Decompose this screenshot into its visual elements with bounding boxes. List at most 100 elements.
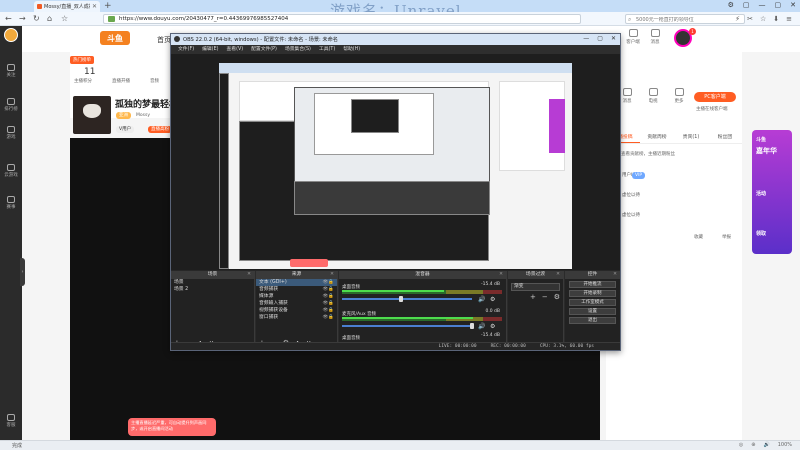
start-recording-button[interactable]: 开始录制 [569, 290, 616, 297]
close-window-button[interactable]: ✕ [790, 1, 796, 9]
left-nav-service[interactable]: 客服 [0, 414, 22, 428]
client-download-link[interactable]: 客户端 [622, 29, 644, 45]
source-item[interactable]: 视频捕获设备 👁🔒 [256, 307, 337, 314]
lock-icon[interactable]: 🔒 [328, 301, 334, 306]
fans-tag[interactable]: 直播高粉 [148, 126, 172, 133]
nav-home-link[interactable]: 首页 [157, 35, 171, 45]
menu-profile[interactable]: 配置文件(P) [247, 45, 281, 54]
reload-button[interactable]: ↻ [33, 14, 40, 23]
collapse-nav-handle[interactable]: › [20, 258, 25, 286]
left-nav-follow[interactable]: 关注 [0, 64, 22, 78]
dock-close-icon[interactable]: ✕ [556, 271, 560, 279]
dock-close-icon[interactable]: ✕ [613, 271, 617, 279]
back-button[interactable]: ← [5, 14, 12, 23]
obs-preview[interactable] [171, 54, 620, 270]
menu-tools[interactable]: 工具(T) [315, 45, 339, 54]
search-input[interactable] [636, 17, 744, 23]
settings-icon[interactable]: ⚙ [728, 1, 734, 9]
download-icon[interactable]: ⬇ [773, 15, 779, 23]
left-nav-cloud[interactable]: 云游戏 [0, 164, 22, 178]
zoom-level[interactable]: 100% [778, 442, 792, 448]
latency-toast[interactable]: 主播直播延迟严重，可自动提升到声画同步，或开启直播间活动 [128, 418, 216, 436]
dock-close-icon[interactable]: ✕ [330, 271, 334, 279]
forward-button[interactable]: → [19, 14, 26, 23]
scene-item[interactable]: 场景 [171, 279, 254, 286]
maximize-button[interactable]: ▢ [775, 1, 782, 9]
browser-tab[interactable]: Mossy/直播_双人成行 ✕ [34, 1, 100, 12]
menu-view[interactable]: 查看(V) [222, 45, 247, 54]
menu-file[interactable]: 文件(F) [174, 45, 198, 54]
menu-help[interactable]: 帮助(H) [339, 45, 364, 54]
report-link[interactable]: 举报 [722, 234, 731, 240]
transition-select[interactable]: 渐变 [511, 283, 560, 291]
status-icon[interactable]: ◎ [739, 442, 743, 448]
tab-weekly-rank[interactable]: 贡献周榜 [640, 132, 674, 143]
volume-icon[interactable]: 🔊 [763, 442, 769, 448]
tab-guests[interactable]: 贵宾(1) [674, 132, 708, 143]
promo-banner[interactable]: 斗鱼 嘉年华 活动 领取 [752, 130, 792, 254]
lock-icon[interactable]: 🔒 [328, 315, 334, 320]
dock-close-icon[interactable]: ✕ [247, 271, 251, 279]
source-item[interactable]: 音频捕获 👁🔒 [256, 286, 337, 293]
dock-close-icon[interactable]: ✕ [499, 271, 503, 279]
lock-icon[interactable]: 🔒 [328, 280, 334, 285]
menu-scene-collection[interactable]: 场景集合(S) [281, 45, 315, 54]
left-nav-events[interactable]: 赛事 [0, 196, 22, 210]
pc-client-button[interactable]: PC客户端 [694, 92, 736, 102]
volume-fader[interactable] [342, 296, 472, 302]
site-mascot-avatar[interactable] [4, 28, 18, 42]
left-nav-game[interactable]: 游戏 [0, 126, 22, 140]
messages-link[interactable]: 消息 [644, 29, 666, 45]
add-icon[interactable]: + [530, 293, 536, 301]
lightning-icon[interactable]: ⚡ [735, 15, 740, 23]
studio-mode-button[interactable]: 工作室模式 [569, 299, 616, 306]
favorite-link[interactable]: 收藏 [694, 234, 703, 240]
right-icon-tv[interactable]: 电视 [642, 88, 664, 104]
menu-icon[interactable]: ≡ [786, 15, 792, 23]
source-item[interactable]: 音频输入捕获 👁🔒 [256, 300, 337, 307]
menu-edit[interactable]: 编辑(E) [198, 45, 222, 54]
fader-knob[interactable] [470, 323, 474, 329]
source-item[interactable]: 媒体源 👁🔒 [256, 293, 337, 300]
rank-note[interactable]: 点击查看贡献榜，主播近期粉丝 [612, 151, 675, 157]
remove-icon[interactable]: − [542, 293, 548, 301]
address-bar[interactable]: https://www.douyu.com/20430477_r=0.44369… [103, 14, 581, 24]
home-button[interactable]: ⌂ [47, 14, 52, 23]
minimize-button[interactable]: — [759, 1, 766, 9]
lock-icon[interactable]: 🔒 [328, 287, 334, 292]
screenshot-icon[interactable]: ✂ [747, 15, 753, 23]
douyu-logo[interactable]: 斗鱼 [100, 31, 130, 45]
skin-icon[interactable]: ▢ [743, 1, 750, 9]
new-tab-button[interactable]: + [104, 1, 112, 11]
bookmark-icon[interactable]: ☆ [61, 14, 68, 23]
lock-icon[interactable]: 🔒 [328, 308, 334, 313]
settings-button[interactable]: 设置 [569, 308, 616, 315]
favorites-icon[interactable]: ☆ [760, 15, 766, 23]
left-nav-rank[interactable]: 排行榜 [0, 98, 22, 112]
start-streaming-button[interactable]: 开始推流 [569, 281, 616, 288]
volume-fader[interactable] [342, 323, 474, 329]
anchor-avatar[interactable] [73, 96, 111, 134]
tab-close-icon[interactable]: ✕ [92, 3, 97, 10]
lock-icon[interactable]: 🔒 [328, 294, 334, 299]
gear-icon[interactable]: ⚙ [554, 293, 560, 301]
gear-icon[interactable]: ⚙ [490, 296, 495, 303]
source-item[interactable]: 文本 (GDI+) 👁🔒 [256, 279, 337, 286]
mute-icon[interactable]: 🔊 [478, 323, 485, 330]
hot-rank-label[interactable]: 热门榜单 [70, 56, 94, 64]
tab-fan-club[interactable]: 粉丝团 [708, 132, 742, 143]
obs-minimize-button[interactable]: — [583, 35, 589, 42]
anchor-name[interactable]: Mossy [136, 113, 150, 118]
gear-icon[interactable]: ⚙ [490, 323, 495, 330]
scene-item[interactable]: 场景 2 [171, 286, 254, 293]
fader-knob[interactable] [398, 296, 403, 302]
rank-row[interactable]: 用户ID VIP [612, 170, 736, 180]
status-icon[interactable]: ⊕ [751, 442, 755, 448]
source-item[interactable]: 窗口捕获 👁🔒 [256, 314, 337, 321]
exit-button[interactable]: 退出 [569, 317, 616, 324]
right-icon-more[interactable]: 更多 [668, 88, 690, 104]
obs-maximize-button[interactable]: ▢ [597, 35, 603, 42]
obs-close-button[interactable]: ✕ [611, 35, 616, 42]
mute-icon[interactable]: 🔊 [478, 296, 485, 303]
browser-search-box[interactable]: ⌕ [625, 14, 745, 24]
